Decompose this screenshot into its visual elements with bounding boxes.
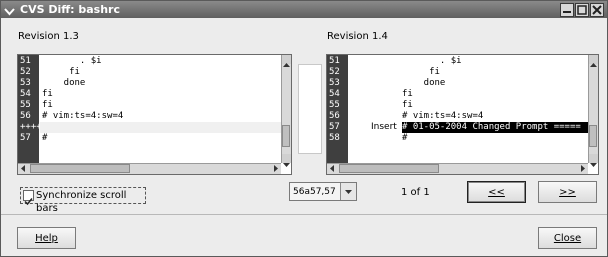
next-diff-label: >> [559, 187, 576, 198]
scroll-down-icon[interactable] [282, 154, 291, 167]
sync-scrollbars-label[interactable]: Synchronize scroll bars [36, 189, 145, 215]
help-label: Help [35, 233, 58, 244]
checkmark-icon[interactable] [23, 190, 34, 206]
code-line: # [42, 133, 48, 143]
scroll-left-icon[interactable] [19, 164, 28, 173]
line-number: 54 [329, 89, 340, 99]
line-number: 57 [329, 122, 340, 132]
previous-diff-button[interactable]: << [467, 181, 526, 203]
inserted-code-line: # 01-05-2004 Changed Prompt ===== [402, 122, 588, 133]
window-menu-icon[interactable] [3, 3, 16, 16]
scroll-thumb[interactable] [589, 125, 597, 147]
left-horizontal-scrollbar[interactable] [18, 163, 281, 174]
previous-diff-label: << [488, 187, 505, 198]
right-horizontal-scrollbar[interactable] [327, 163, 588, 174]
line-number: 54 [20, 89, 31, 99]
scroll-up-icon[interactable] [589, 55, 598, 67]
line-number: 58 [329, 133, 340, 143]
code-line: fi [402, 100, 413, 110]
line-number: 51 [20, 56, 31, 66]
line-number: 52 [329, 67, 340, 77]
right-code-area: Insert . $i fi done fi fi # vim:ts=4:sw=… [349, 55, 588, 163]
window-title: CVS Diff: bashrc [20, 3, 120, 16]
title-bar[interactable]: CVS Diff: bashrc [1, 1, 607, 18]
diff-overview-bar [298, 64, 322, 154]
right-vertical-scrollbar[interactable] [588, 55, 598, 167]
minimize-icon[interactable] [560, 3, 574, 17]
diff-hunk-select[interactable]: 56a57,57 [289, 182, 357, 201]
line-number: 55 [329, 100, 340, 110]
code-line: # vim:ts=4:sw=4 [42, 111, 124, 121]
scroll-left-icon[interactable] [328, 164, 337, 173]
line-number: 51 [329, 56, 340, 66]
line-number: 57 [20, 133, 31, 143]
chevron-down-icon[interactable] [340, 183, 356, 200]
scroll-right-icon[interactable] [578, 164, 587, 173]
code-line: . $i [402, 56, 462, 66]
line-number: 56 [20, 111, 31, 121]
code-line: done [402, 78, 446, 88]
code-line: fi [42, 89, 53, 99]
diff-hunk-value: 56a57,57 [293, 187, 336, 197]
line-number: 55 [20, 100, 31, 110]
right-diff-pane[interactable]: 51 52 53 54 55 56 57 58 Insert . $i fi d… [326, 54, 599, 175]
code-line: done [42, 78, 86, 88]
next-diff-button[interactable]: >> [538, 181, 597, 203]
diff-position-indicator: 1 of 1 [401, 187, 430, 198]
code-line: fi [42, 67, 80, 77]
left-vertical-scrollbar[interactable] [281, 55, 291, 167]
line-number: 52 [20, 67, 31, 77]
insert-marker: Insert [371, 122, 397, 132]
separator [1, 214, 607, 215]
code-line: . $i [42, 56, 102, 66]
left-line-number-gutter: 51 52 53 54 55 56 +++++ 57 [18, 55, 47, 163]
close-label: Close [553, 233, 582, 244]
help-button[interactable]: Help [17, 227, 76, 249]
code-line: # [402, 133, 408, 143]
code-line: fi [402, 67, 440, 77]
close-window-icon[interactable] [590, 3, 604, 17]
code-line: # vim:ts=4:sw=4 [402, 111, 484, 121]
placeholder-row [40, 122, 281, 133]
sync-scrollbars-checkbox[interactable]: Synchronize scroll bars [20, 187, 146, 214]
scroll-thumb[interactable] [30, 164, 130, 173]
right-line-number-gutter: 51 52 53 54 55 56 57 58 [327, 55, 348, 163]
scroll-thumb[interactable] [339, 164, 439, 173]
line-number: 56 [329, 111, 340, 121]
left-code-area: . $i fi done fi fi # vim:ts=4:sw=4 # [40, 55, 281, 163]
scroll-thumb[interactable] [282, 125, 290, 147]
scroll-right-icon[interactable] [271, 164, 280, 173]
close-button[interactable]: Close [538, 227, 597, 249]
right-revision-label: Revision 1.4 [327, 31, 388, 42]
scroll-down-icon[interactable] [589, 154, 598, 167]
scroll-up-icon[interactable] [282, 55, 291, 67]
cvs-diff-window: CVS Diff: bashrc Revision 1.3 Revision 1… [0, 0, 608, 257]
code-line: fi [42, 100, 53, 110]
line-number: 53 [329, 78, 340, 88]
line-number: 53 [20, 78, 31, 88]
maximize-icon[interactable] [575, 3, 589, 17]
code-line: fi [402, 89, 413, 99]
left-revision-label: Revision 1.3 [18, 31, 79, 42]
left-diff-pane[interactable]: 51 52 53 54 55 56 +++++ 57 . $i fi done … [17, 54, 292, 175]
